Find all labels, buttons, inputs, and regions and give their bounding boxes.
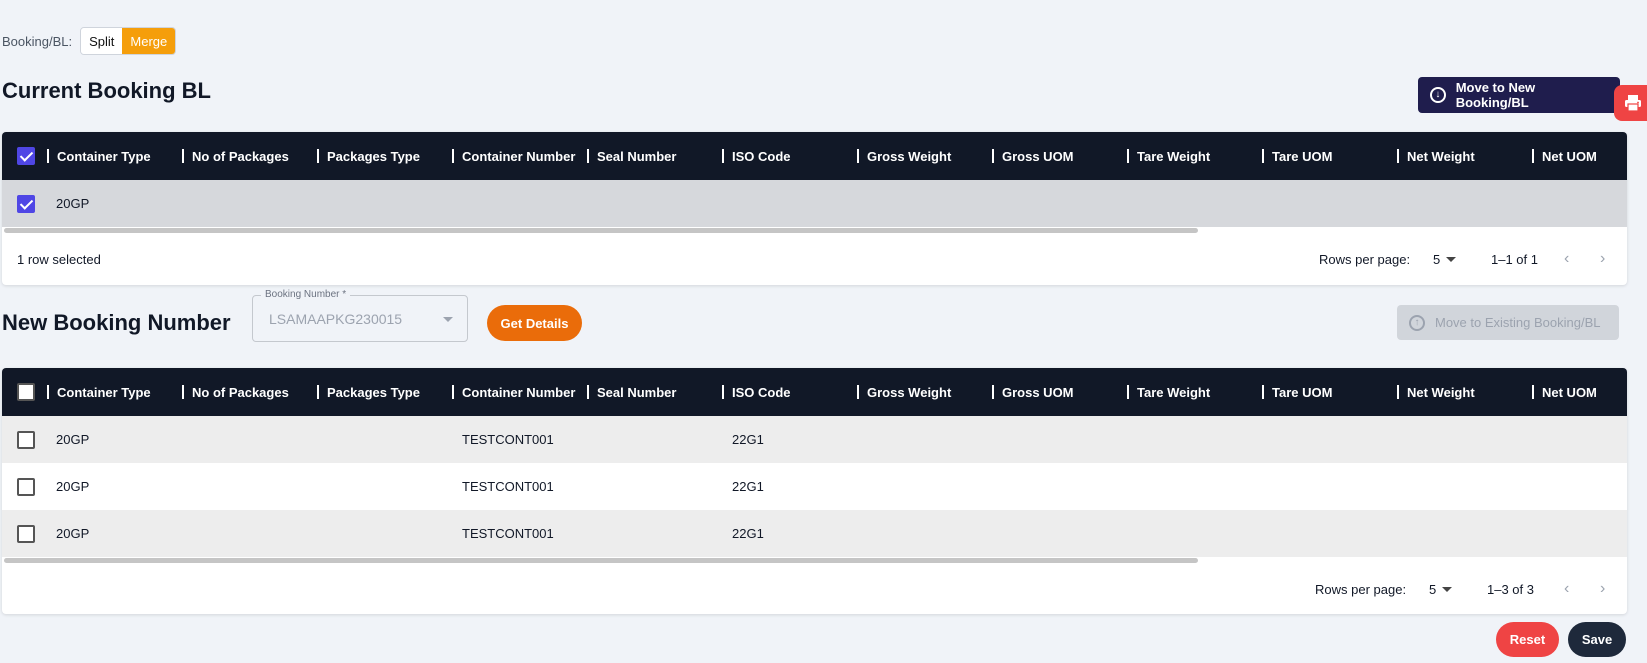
col-tare-weight[interactable]: Tare Weight [1127,132,1210,180]
rows-per-page-select[interactable]: 5 [1429,563,1453,614]
row-checkbox[interactable] [17,194,35,213]
booking-number-select[interactable]: Booking Number * LSAMAAPKG230015 [252,289,468,342]
chevron-down-icon [1442,586,1453,592]
col-iso-code[interactable]: ISO Code [722,132,791,180]
select-all-checkbox[interactable] [17,147,35,165]
col-container-type[interactable]: Container Type [47,132,151,180]
booking-number-value: LSAMAAPKG230015 [269,310,403,327]
table-row[interactable]: 20GP TESTCONT001 22G1 [2,416,1627,463]
col-tare-uom[interactable]: Tare UOM [1262,368,1332,416]
chevron-down-icon [443,317,453,322]
col-packages-type[interactable]: Packages Type [317,132,420,180]
row-checkbox[interactable] [17,430,35,449]
next-page-icon[interactable]: › [1600,563,1605,614]
col-net-weight[interactable]: Net Weight [1397,132,1475,180]
move-to-new-label: Move to New Booking/BL [1455,80,1536,110]
pagination-range: 1–3 of 3 [1487,581,1534,597]
col-seal-number[interactable]: Seal Number [587,368,676,416]
prev-page-icon[interactable]: ‹ [1564,563,1569,614]
new-booking-table: Container Type No of Packages Packages T… [2,368,1627,614]
move-to-existing-booking-button[interactable]: ↑ Move to Existing Booking/BL [1397,305,1619,340]
rows-per-page-select[interactable]: 5 [1433,233,1457,285]
col-gross-uom[interactable]: Gross UOM [992,368,1074,416]
arrow-up-circle-icon: ↑ [1409,314,1425,331]
cell-container-type: 20GP [56,196,90,211]
col-net-uom[interactable]: Net UOM [1532,132,1597,180]
rows-per-page-label: Rows per page: [1315,581,1407,597]
col-iso-code[interactable]: ISO Code [722,368,791,416]
col-container-number[interactable]: Container Number [452,368,575,416]
prev-page-icon[interactable]: ‹ [1564,233,1569,285]
current-booking-title: Current Booking BL [2,78,211,103]
merge-button[interactable]: Merge [122,28,176,54]
mode-button-group: Split Merge [80,27,177,55]
cell-iso-code: 22G1 [732,479,764,494]
next-page-icon[interactable]: › [1600,233,1605,285]
table-footer: Rows per page: 5 1–3 of 3 ‹ › [2,563,1627,614]
col-container-number[interactable]: Container Number [452,132,575,180]
get-details-button[interactable]: Get Details [487,305,582,341]
col-no-of-packages[interactable]: No of Packages [182,132,289,180]
col-tare-weight[interactable]: Tare Weight [1127,368,1210,416]
col-gross-weight[interactable]: Gross Weight [857,132,951,180]
move-to-existing-label: Move to Existing Booking/BL [1435,315,1601,330]
printer-icon [1625,95,1641,112]
reset-button[interactable]: Reset [1496,622,1559,657]
cell-iso-code: 22G1 [732,432,764,447]
table-footer: 1 row selected Rows per page: 5 1–1 of 1… [2,233,1627,285]
cell-container-number: TESTCONT001 [462,526,554,541]
selected-count: 1 row selected [17,251,101,267]
cell-container-type: 20GP [56,479,90,494]
col-packages-type[interactable]: Packages Type [317,368,420,416]
row-checkbox[interactable] [17,477,35,496]
col-gross-uom[interactable]: Gross UOM [992,132,1074,180]
new-booking-title: New Booking Number [2,310,231,335]
col-container-type[interactable]: Container Type [47,368,151,416]
row-checkbox[interactable] [17,524,35,543]
col-net-weight[interactable]: Net Weight [1397,368,1475,416]
arrow-down-circle-icon: ↓ [1430,87,1446,103]
table-header: Container Type No of Packages Packages T… [2,368,1627,416]
col-gross-weight[interactable]: Gross Weight [857,368,951,416]
table-row[interactable]: 20GP TESTCONT001 22G1 [2,463,1627,510]
cell-container-type: 20GP [56,432,90,447]
cell-container-number: TESTCONT001 [462,432,554,447]
chevron-down-icon [1446,256,1457,262]
move-to-new-booking-button[interactable]: ↓ Move to New Booking/BL [1418,77,1620,113]
col-net-uom[interactable]: Net UOM [1532,368,1597,416]
split-button[interactable]: Split [81,28,123,54]
current-booking-table: Container Type No of Packages Packages T… [2,132,1627,285]
cell-container-number: TESTCONT001 [462,479,554,494]
rows-per-page-label: Rows per page: [1319,251,1411,267]
col-no-of-packages[interactable]: No of Packages [182,368,289,416]
select-all-checkbox[interactable] [17,383,35,401]
table-header: Container Type No of Packages Packages T… [2,132,1627,180]
table-row[interactable]: 20GP [2,180,1627,227]
col-tare-uom[interactable]: Tare UOM [1262,132,1332,180]
booking-mode-label: Booking/BL: [2,33,73,49]
table-row[interactable]: 20GP TESTCONT001 22G1 [2,510,1627,557]
cell-container-type: 20GP [56,526,90,541]
cell-iso-code: 22G1 [732,526,764,541]
booking-mode-toggle: Booking/BL: Split Merge [2,27,177,55]
save-button[interactable]: Save [1568,622,1626,657]
pagination-range: 1–1 of 1 [1491,251,1538,267]
print-button[interactable] [1614,85,1647,121]
col-seal-number[interactable]: Seal Number [587,132,676,180]
